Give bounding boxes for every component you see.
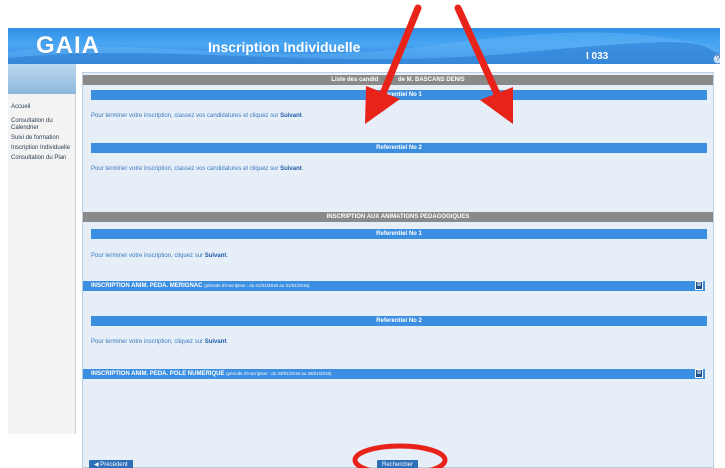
suivant-link[interactable]: Suivant (280, 166, 302, 172)
animations-section-header: INSCRIPTION AUX ANIMATIONS PEDAGOGIQUES (83, 212, 713, 222)
animations-referentiel-2-info: Pour terminer votre inscription, cliquez… (91, 339, 228, 345)
sidebar-item-calendrier[interactable]: Consultation du Calendrier (8, 118, 75, 132)
info-end: . (301, 113, 304, 119)
animation-label: INSCRIPTION ANIM. PEDA. POLE NUMERIQUE (91, 371, 225, 377)
suivant-link[interactable]: Suivant (205, 339, 227, 345)
gaia-logo: GAIA (36, 32, 100, 59)
app-window: GAIA Inscription Individuelle I 033 ? Ac… (0, 0, 725, 468)
info-end: . (226, 339, 229, 345)
referentiel-1-header: Referentiel No 1 (91, 90, 707, 100)
candidates-title-prefix: Liste des candid (331, 77, 379, 83)
candidate-name: M. BASCANS DENIS (406, 77, 465, 83)
animations-referentiel-2-header: Referentiel No 2 (91, 316, 707, 326)
info-text: Pour terminer votre inscription, cliquez… (91, 253, 205, 259)
candidates-title-suffix: de (398, 77, 407, 83)
help-icon[interactable]: ? (713, 54, 720, 64)
candidates-title-hidden: atures (378, 77, 397, 83)
zoom-icon[interactable]: ⊕ (695, 281, 703, 290)
animation-period: (période d'inscription : du 01/01/2016 a… (204, 283, 310, 288)
sidebar-header (8, 64, 76, 94)
zoom-icon[interactable]: ⊕ (695, 369, 703, 378)
animation-row-pole-numerique[interactable]: INSCRIPTION ANIM. PEDA. POLE NUMERIQUE (… (83, 369, 705, 379)
sidebar-item-plan[interactable]: Consultation du Plan (8, 155, 75, 162)
page-title: Inscription Individuelle (208, 39, 361, 55)
module-code: I 033 (586, 51, 609, 62)
previous-button[interactable]: ◀ Précédent (89, 460, 133, 468)
suivant-link[interactable]: Suivant (205, 253, 227, 259)
animations-referentiel-1-header: Referentiel No 1 (91, 229, 707, 239)
sidebar: Accueil Consultation du Calendrier Suivi… (8, 94, 76, 434)
sidebar-item-inscription[interactable]: Inscription Individuelle (8, 145, 75, 152)
info-text: Pour terminer votre inscription, cliquez… (91, 339, 205, 345)
main-panel: Liste des candidatures de M. BASCANS DEN… (82, 72, 714, 468)
header-decoration (8, 32, 720, 64)
candidates-list-header: Liste des candidatures de M. BASCANS DEN… (83, 75, 713, 85)
animation-period: (période d'inscription : du 23/01/2016 a… (226, 371, 332, 376)
info-text: Pour terminer votre inscription, classez… (91, 166, 281, 172)
info-text: Pour terminer votre inscription, classez… (91, 113, 281, 119)
sidebar-item-accueil[interactable]: Accueil (8, 104, 75, 111)
suivant-link[interactable]: Suivant (280, 113, 302, 119)
referentiel-1-info: Pour terminer votre inscription, classez… (91, 113, 303, 119)
animations-referentiel-1-info: Pour terminer votre inscription, cliquez… (91, 253, 228, 259)
referentiel-2-header: Referentiel No 2 (91, 143, 707, 153)
info-end: . (226, 253, 229, 259)
referentiel-2-info: Pour terminer votre inscription, classez… (91, 166, 303, 172)
sidebar-item-suivi[interactable]: Suivi de formation (8, 135, 75, 142)
info-end: . (301, 166, 304, 172)
animation-row-merignac[interactable]: INSCRIPTION ANIM. PEDA. MERIGNAC (périod… (83, 281, 705, 291)
animation-label: INSCRIPTION ANIM. PEDA. MERIGNAC (91, 283, 203, 289)
search-button[interactable]: Rechercher (377, 460, 419, 468)
app-header: GAIA Inscription Individuelle I 033 ? (8, 28, 720, 64)
